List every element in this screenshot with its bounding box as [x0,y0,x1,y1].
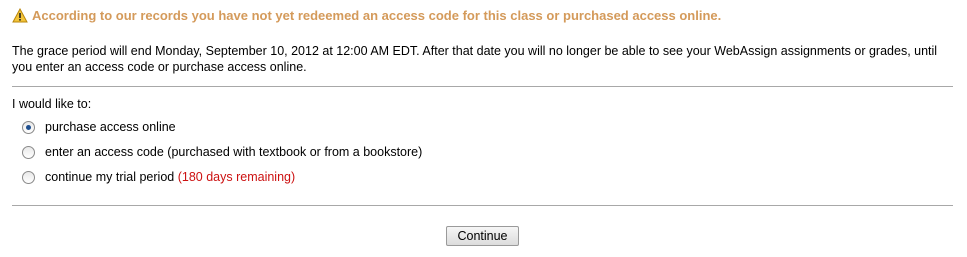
option-purchase-online[interactable]: purchase access online [22,120,176,134]
option-continue-trial[interactable]: continue my trial period (180 days remai… [22,170,295,184]
option-label: enter an access code (purchased with tex… [45,145,423,159]
continue-button[interactable]: Continue [446,226,519,246]
purchase-online-radio[interactable] [22,120,35,134]
divider-top [12,86,953,87]
warning-banner: According to our records you have not ye… [12,7,722,23]
days-remaining: (180 days remaining) [177,170,296,184]
option-label: purchase access online [45,120,176,134]
warning-text: According to our records you have not ye… [32,8,722,23]
option-label: continue my trial period (180 days remai… [45,170,295,184]
access-notice-page: According to our records you have not ye… [0,0,967,257]
option-enter-access-code[interactable]: enter an access code (purchased with tex… [22,145,422,159]
trial-label: continue my trial period [45,170,175,184]
choice-prompt: I would like to: [12,97,92,111]
divider-bottom [12,205,953,206]
warning-icon [12,7,28,23]
trial-radio[interactable] [22,170,35,184]
grace-period-message: The grace period will end Monday, Septem… [12,44,938,74]
access-code-radio[interactable] [22,145,35,159]
